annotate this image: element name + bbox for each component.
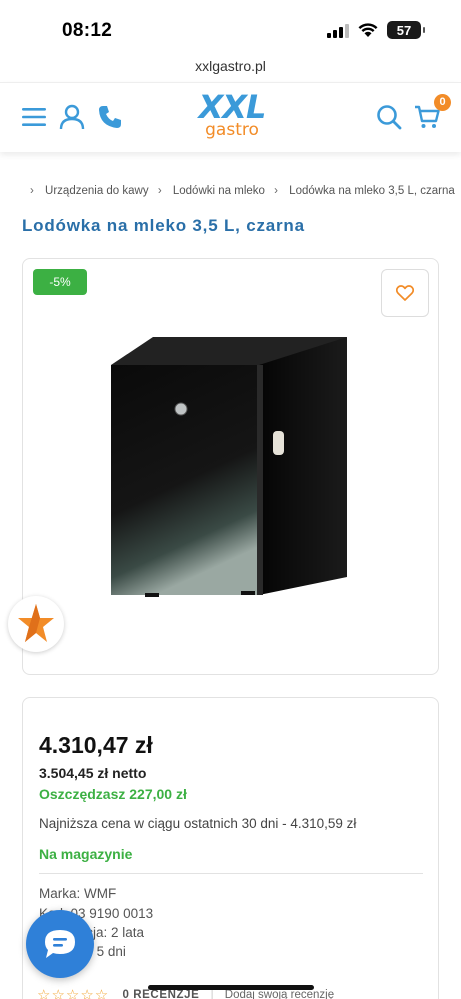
availability-status: Na magazynie bbox=[39, 846, 133, 862]
price-net: 3.504,45 zł netto bbox=[39, 765, 147, 781]
chevron-right-icon: › bbox=[157, 185, 162, 197]
reviews-count-link[interactable]: 0 RECENZJE bbox=[122, 989, 199, 999]
divider: | bbox=[210, 989, 214, 999]
search-icon[interactable] bbox=[375, 103, 403, 131]
signal-icon bbox=[327, 24, 349, 38]
phone-icon[interactable] bbox=[96, 103, 124, 131]
promo-star-badge[interactable] bbox=[8, 596, 64, 652]
spec-brand: Marka: WMF bbox=[39, 886, 117, 901]
product-image[interactable] bbox=[91, 327, 371, 617]
star-icon bbox=[18, 604, 54, 642]
chevron-right-icon: › bbox=[30, 185, 34, 197]
status-time: 08:12 bbox=[62, 20, 113, 41]
home-indicator bbox=[148, 985, 314, 990]
status-bar: 08:12 57 bbox=[0, 0, 461, 52]
rating-stars: ☆☆☆☆☆ bbox=[37, 987, 110, 999]
lowest-price-note: Najniższa cena w ciągu ostatnich 30 dni … bbox=[39, 816, 357, 831]
site-header: XXL gastro bbox=[0, 82, 461, 152]
price-gross: 4.310,47 zł bbox=[39, 732, 153, 758]
battery-indicator: 57 bbox=[387, 21, 425, 39]
wifi-icon bbox=[358, 23, 378, 37]
discount-badge: -5% bbox=[33, 269, 87, 295]
menu-icon[interactable] bbox=[20, 103, 48, 131]
savings-label: Oszczędzasz 227,00 zł bbox=[39, 786, 187, 802]
chevron-right-icon: › bbox=[274, 185, 278, 197]
chat-bubble-icon bbox=[45, 930, 75, 958]
user-icon[interactable] bbox=[58, 103, 86, 131]
page-title: Lodówka na mleko 3,5 L, czarna bbox=[22, 216, 305, 235]
logo-xxl-text: XXL bbox=[198, 88, 267, 126]
add-review-link[interactable]: Dodaj swoją recenzję bbox=[225, 989, 334, 999]
divider bbox=[39, 873, 423, 874]
cart-count-badge: 0 bbox=[434, 94, 451, 111]
breadcrumb-item[interactable]: Urządzenia do kawy bbox=[45, 185, 149, 197]
breadcrumb: › Urządzenia do kawy › Lodówki na mleko … bbox=[30, 185, 461, 201]
site-logo[interactable]: XXL gastro bbox=[190, 91, 274, 145]
url-bar[interactable]: xxlgastro.pl bbox=[0, 52, 461, 80]
breadcrumb-current: Lodówka na mleko 3,5 L, czarna bbox=[289, 185, 455, 197]
product-gallery: -5% bbox=[22, 258, 439, 675]
wishlist-button[interactable] bbox=[381, 269, 429, 317]
chat-button[interactable] bbox=[26, 910, 94, 978]
breadcrumb-item[interactable]: Lodówki na mleko bbox=[173, 185, 265, 197]
heart-icon bbox=[396, 285, 414, 301]
